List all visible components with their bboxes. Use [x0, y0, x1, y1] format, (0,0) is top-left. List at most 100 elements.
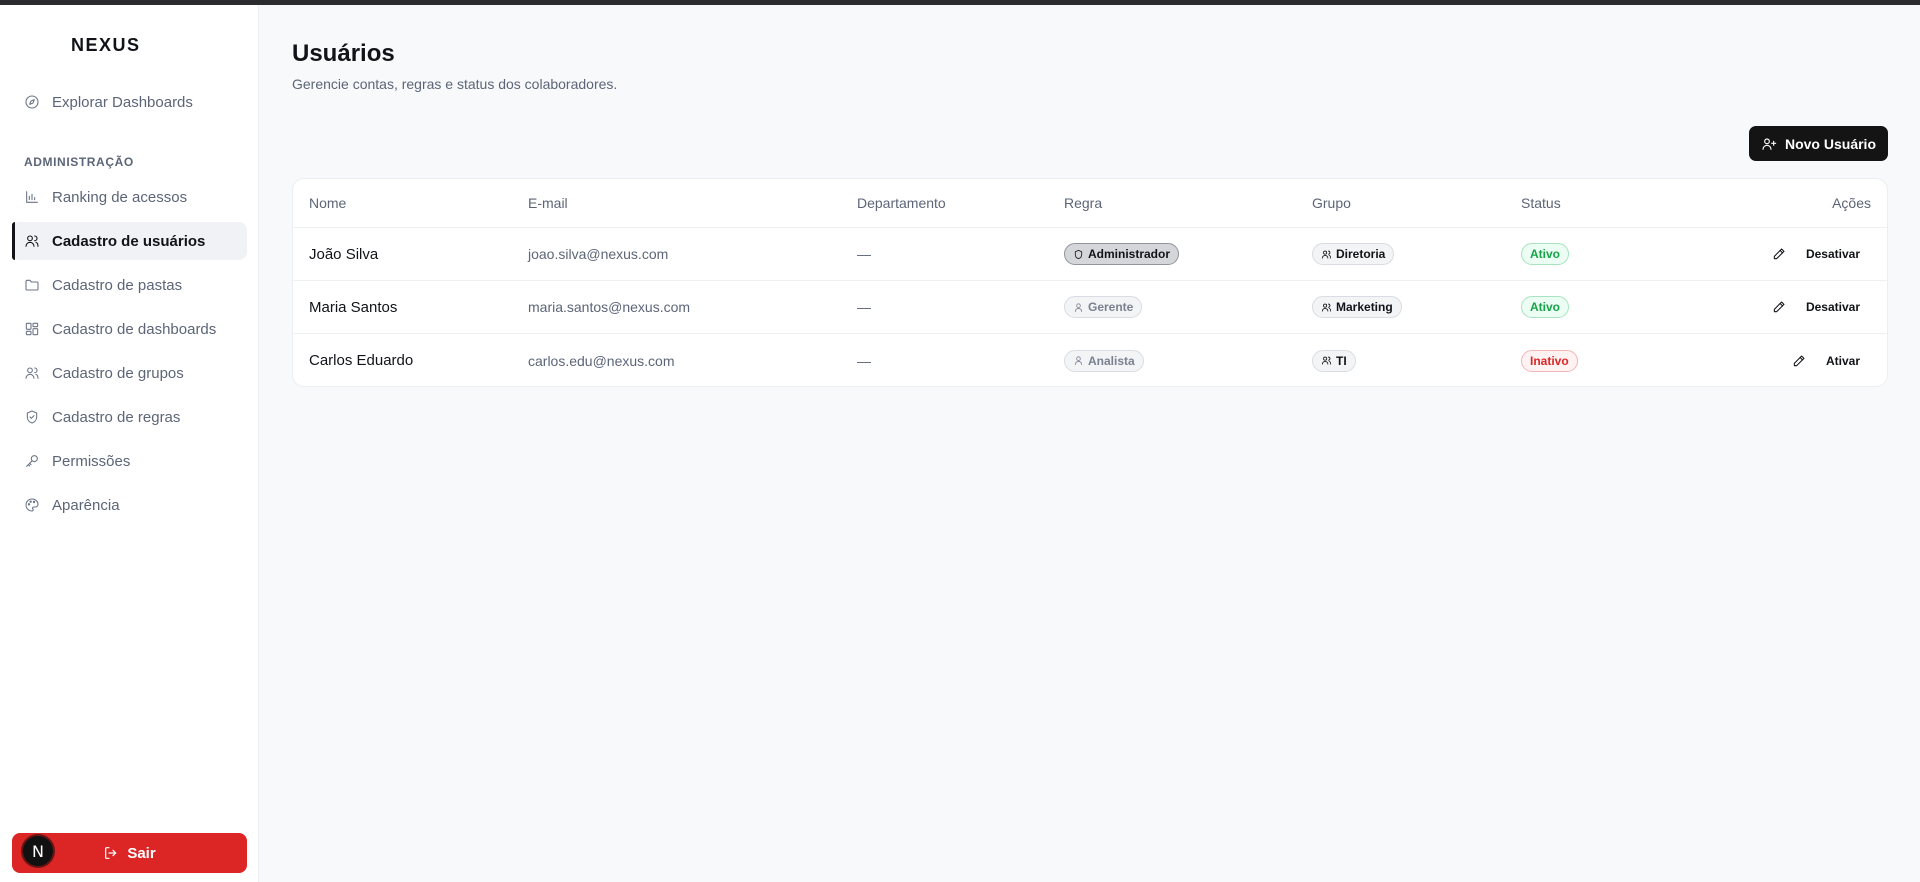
shield-check-icon [24, 409, 40, 425]
user-email: carlos.edu@nexus.com [528, 352, 675, 369]
user-name: Carlos Eduardo [309, 352, 414, 369]
user-department: — [857, 352, 871, 369]
group-cell: TI [1312, 334, 1356, 387]
sidebar-item-dashboards[interactable]: Cadastro de dashboards [12, 310, 247, 348]
group-cell: Diretoria [1312, 228, 1395, 280]
group-cell: Marketing [1312, 281, 1402, 333]
rule-cell: Analista [1064, 334, 1144, 387]
users-table: Nome E-mail Departamento Regra Grupo Sta… [292, 178, 1888, 387]
status-cell: Ativo [1521, 228, 1569, 280]
brand-logo: NEXUS [71, 35, 141, 55]
edit-button[interactable] [1783, 347, 1815, 375]
sidebar-item-ranking[interactable]: Ranking de acessos [12, 178, 247, 216]
new-user-label: Novo Usuário [1784, 135, 1876, 152]
table-row: João Silva joao.silva@nexus.com — Admini… [293, 228, 1887, 281]
dashboard-grid-icon [24, 321, 40, 337]
status-cell: Inativo [1521, 334, 1578, 387]
status-badge: Inativo [1521, 349, 1578, 372]
edit-button[interactable] [1763, 293, 1795, 321]
table-row: Maria Santos maria.santos@nexus.com — Ge… [293, 281, 1887, 334]
compass-icon [24, 94, 40, 110]
sidebar-item-label: Permissões [52, 452, 131, 470]
header-group[interactable]: Grupo [1312, 179, 1351, 227]
edit-button[interactable] [1763, 240, 1795, 268]
avatar[interactable]: N [21, 834, 55, 868]
group-badge: TI [1312, 349, 1356, 372]
sidebar-item-rules[interactable]: Cadastro de regras [12, 398, 247, 436]
user-email: maria.santos@nexus.com [528, 299, 691, 315]
group-icon [24, 365, 40, 381]
sidebar: NEXUS Explorar Dashboards ADMINISTRAÇÃO … [0, 5, 259, 882]
page-title: Usuários [292, 40, 395, 67]
status-badge: Ativo [1521, 296, 1569, 318]
actions-cell: Desativar [1763, 228, 1871, 280]
status-badge: Ativo [1521, 243, 1569, 265]
user-name: Maria Santos [309, 298, 398, 316]
user-icon [1074, 356, 1083, 366]
bar-chart-icon [24, 189, 40, 205]
shield-icon [1074, 249, 1083, 259]
table-row: Carlos Eduardo carlos.edu@nexus.com — An… [293, 334, 1887, 387]
status-cell: Ativo [1521, 281, 1569, 333]
group-badge: Diretoria [1312, 243, 1395, 265]
sidebar-item-folders[interactable]: Cadastro de pastas [12, 266, 247, 304]
new-user-button[interactable]: Novo Usuário [1749, 126, 1888, 161]
sidebar-item-permissions[interactable]: Permissões [12, 442, 247, 480]
group-badge-label: TI [1336, 353, 1347, 368]
header-rule[interactable]: Regra [1064, 179, 1102, 227]
users-icon [24, 233, 40, 249]
user-plus-icon [1762, 137, 1777, 150]
actions-cell: Desativar [1763, 281, 1871, 333]
sidebar-item-label: Ranking de acessos [52, 188, 188, 206]
key-icon [24, 453, 40, 469]
group-badge-label: Marketing [1336, 300, 1393, 314]
user-department: — [857, 299, 871, 315]
sidebar-item-appearance[interactable]: Aparência [12, 486, 247, 524]
rule-badge: Gerente [1064, 296, 1143, 318]
group-badge-label: Diretoria [1336, 247, 1386, 261]
deactivate-button[interactable]: Desativar [1795, 241, 1871, 267]
logout-icon [105, 847, 117, 859]
rule-cell: Gerente [1064, 281, 1143, 333]
sidebar-item-label: Cadastro de dashboards [52, 320, 217, 338]
users-icon [1321, 303, 1332, 312]
sidebar-item-label: Cadastro de regras [52, 408, 181, 426]
top-bar [0, 0, 1920, 5]
sidebar-item-users[interactable]: Cadastro de usuários [12, 222, 247, 260]
actions-cell: Ativar [1783, 334, 1871, 387]
deactivate-button[interactable]: Desativar [1795, 294, 1871, 320]
palette-icon [24, 497, 40, 513]
section-label-administration: ADMINISTRAÇÃO [24, 155, 134, 169]
header-status[interactable]: Status [1521, 179, 1561, 227]
page-subtitle: Gerencie contas, regras e status dos col… [292, 76, 618, 92]
header-name[interactable]: Nome [309, 179, 346, 227]
sidebar-item-label: Cadastro de pastas [52, 276, 183, 294]
sidebar-item-label: Cadastro de grupos [52, 364, 184, 382]
pencil-icon [1793, 355, 1805, 366]
user-email: joao.silva@nexus.com [528, 246, 669, 262]
header-department[interactable]: Departamento [857, 179, 946, 227]
logout-label: Sair [127, 844, 156, 862]
rule-badge: Administrador [1064, 243, 1180, 265]
table-header-row: Nome E-mail Departamento Regra Grupo Sta… [293, 179, 1887, 228]
users-icon [1321, 356, 1332, 365]
folder-icon [24, 277, 40, 293]
sidebar-item-groups[interactable]: Cadastro de grupos [12, 354, 247, 392]
user-department: — [857, 246, 871, 262]
user-name: João Silva [309, 245, 379, 263]
rule-badge: Analista [1064, 349, 1144, 372]
sidebar-item-label: Explorar Dashboards [52, 93, 193, 111]
pencil-icon [1773, 301, 1785, 313]
rule-cell: Administrador [1064, 228, 1180, 280]
sidebar-item-label: Aparência [52, 496, 120, 514]
sidebar-item-label: Cadastro de usuários [52, 232, 206, 250]
activate-button[interactable]: Ativar [1815, 348, 1871, 374]
group-badge: Marketing [1312, 296, 1402, 318]
rule-badge-label: Gerente [1088, 300, 1134, 314]
rule-badge-label: Administrador [1088, 247, 1171, 261]
header-email[interactable]: E-mail [528, 179, 568, 227]
sidebar-item-explore-dashboards[interactable]: Explorar Dashboards [12, 83, 247, 121]
user-icon [1074, 302, 1083, 312]
header-actions: Ações [1832, 195, 1871, 211]
users-icon [1321, 250, 1332, 259]
